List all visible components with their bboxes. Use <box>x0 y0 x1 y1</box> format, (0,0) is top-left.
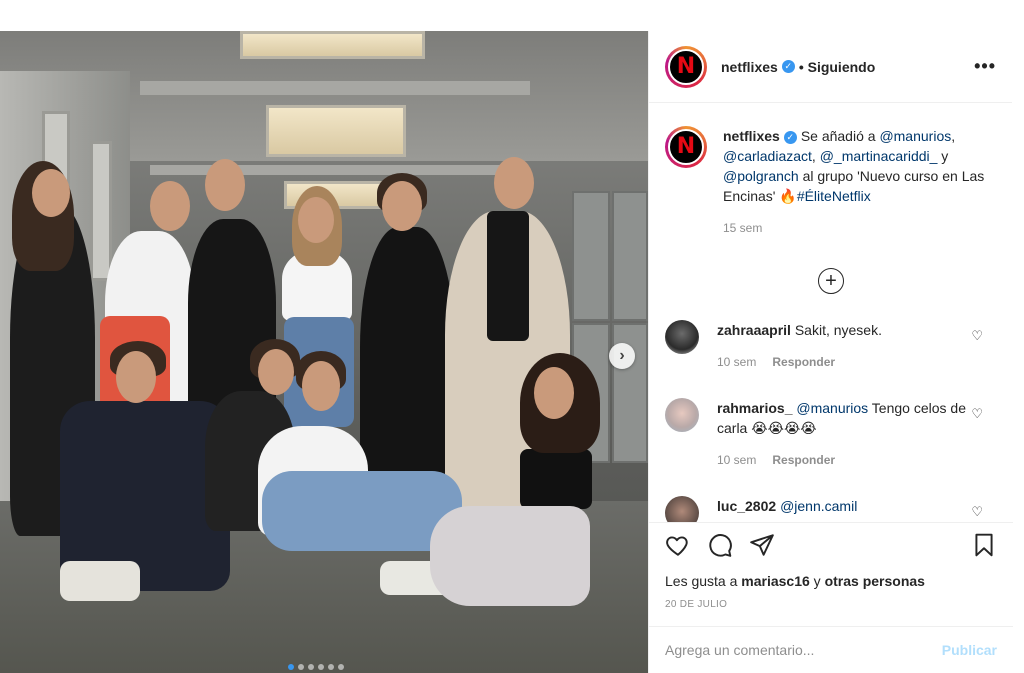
liked-by-username[interactable]: mariasc16 <box>741 573 810 589</box>
photo-beam <box>140 81 530 95</box>
avatar[interactable] <box>665 496 699 522</box>
photo-person-head <box>258 349 294 395</box>
crying-emoji: 😭😭😭😭 <box>751 420 817 436</box>
avatar[interactable] <box>665 320 699 354</box>
verified-badge-icon: ✓ <box>781 60 795 73</box>
photo-person <box>430 506 590 606</box>
more-options-icon[interactable]: ••• <box>974 56 996 77</box>
post-caption: N netflixes ✓ Se añadió a @manurios, @carl… <box>665 126 997 238</box>
carousel-dot-active <box>288 664 294 670</box>
post-actions: Les gusta a mariasc16 y otras personas 2… <box>649 522 1013 610</box>
photo-person-head <box>302 361 340 411</box>
mention-link[interactable]: @manurios <box>879 128 951 144</box>
load-more-comments-button[interactable]: + <box>818 268 844 294</box>
photo-locker <box>572 191 610 321</box>
add-comment-bar: Agrega un comentario... Publicar <box>649 626 1013 673</box>
like-comment-heart-icon[interactable]: ♡ <box>971 504 983 520</box>
mention-link[interactable]: @manurios <box>796 400 868 416</box>
mention-link[interactable]: @_martinacariddi_ <box>820 148 938 164</box>
comment-item: zahraaapril Sakit, nyesek. 10 sem Respon… <box>665 320 997 372</box>
photo-person-head <box>494 157 534 209</box>
photo-person-head <box>298 197 334 243</box>
publish-button[interactable]: Publicar <box>942 642 997 658</box>
photo-person <box>520 449 592 509</box>
following-button[interactable]: • Siguiendo <box>799 59 875 75</box>
fire-emoji: 🔥 <box>779 188 797 204</box>
likes-summary: Les gusta a mariasc16 y otras personas <box>649 573 1013 589</box>
share-icon[interactable] <box>749 532 775 558</box>
heart-icon[interactable] <box>665 532 691 558</box>
carousel-next-button[interactable]: › <box>609 343 635 369</box>
photo-person-head <box>534 367 574 419</box>
post-photo[interactable]: › <box>0 31 648 673</box>
carousel-dot <box>328 664 334 670</box>
comment-body: rahmarios_ @manurios Tengo celos de carl… <box>717 398 967 470</box>
caption-timestamp: 15 sem <box>723 221 763 235</box>
comment-icon[interactable] <box>707 532 733 558</box>
likes-text: y <box>809 573 825 589</box>
photo-beam <box>150 165 520 175</box>
caption-text: y <box>937 148 949 164</box>
likes-text: Les gusta a <box>665 573 742 589</box>
caption-body: netflixes ✓ Se añadió a @manurios, @carlad… <box>723 126 993 238</box>
like-comment-heart-icon[interactable]: ♡ <box>971 406 983 422</box>
comment-text: Sakit, nyesek. <box>794 322 882 338</box>
hashtag-link[interactable]: #ÉliteNetflix <box>797 188 871 204</box>
comment-body: luc_2802 @jenn.camil <box>717 496 967 522</box>
photo-ceiling-light <box>240 31 425 59</box>
caption-username[interactable]: netflixes <box>723 128 780 144</box>
photo-person-shoes <box>60 561 140 601</box>
comment-timestamp: 10 sem <box>717 453 757 467</box>
caption-text: , <box>951 128 956 144</box>
post-date: 20 DE JULIO <box>665 599 728 610</box>
photo-person-head <box>382 181 422 231</box>
comments-list[interactable]: N netflixes ✓ Se añadió a @manurios, @carl… <box>649 104 1013 522</box>
header-username[interactable]: netflixes <box>721 59 778 75</box>
mention-link[interactable]: @carladiazact <box>723 148 812 164</box>
other-likers-link[interactable]: otras personas <box>825 573 925 589</box>
avatar[interactable]: N <box>665 45 707 88</box>
like-comment-heart-icon[interactable]: ♡ <box>971 328 983 344</box>
reply-button[interactable]: Responder <box>772 450 835 470</box>
photo-door <box>90 141 112 281</box>
photo-person-head <box>150 181 190 231</box>
carousel-dot <box>318 664 324 670</box>
comment-username[interactable]: zahraaapril <box>717 322 791 338</box>
photo-person-head <box>32 169 70 217</box>
caption-text: Se añadió a <box>800 128 880 144</box>
photo-person-head <box>116 351 156 403</box>
bookmark-icon[interactable] <box>971 532 997 558</box>
photo-person <box>487 211 529 341</box>
photo-person-head <box>205 159 245 211</box>
carousel-dot <box>298 664 304 670</box>
comment-username[interactable]: luc_2802 <box>717 498 776 514</box>
mention-link[interactable]: @jenn.camil <box>780 498 857 514</box>
post-side-panel: N netflixes ✓ • Siguiendo ••• N netflixe… <box>648 31 1013 673</box>
verified-badge-icon: ✓ <box>783 130 797 144</box>
netflix-logo-icon: N <box>668 48 704 85</box>
comment-timestamp: 10 sem <box>717 355 757 369</box>
avatar[interactable] <box>665 398 699 432</box>
comment-item: rahmarios_ @manurios Tengo celos de carl… <box>665 398 997 470</box>
comment-input[interactable]: Agrega un comentario... <box>665 642 814 658</box>
mention-link[interactable]: @polgranch <box>723 168 799 184</box>
comment-item: luc_2802 @jenn.camil ♡ <box>665 496 997 522</box>
reply-button[interactable]: Responder <box>772 352 835 372</box>
comment-username[interactable]: rahmarios_ <box>717 400 792 416</box>
carousel-dot <box>308 664 314 670</box>
carousel-dot <box>338 664 344 670</box>
post-header: N netflixes ✓ • Siguiendo ••• <box>649 31 1012 103</box>
action-icons <box>649 523 1013 567</box>
chevron-right-icon: › <box>619 347 625 364</box>
photo-ceiling-light <box>266 105 406 157</box>
comment-body: zahraaapril Sakit, nyesek. 10 sem Respon… <box>717 320 967 372</box>
plus-circle-icon: + <box>825 270 837 292</box>
caption-text: , <box>811 148 820 164</box>
avatar[interactable]: N <box>665 126 707 168</box>
netflix-logo-icon: N <box>668 129 704 165</box>
photo-locker <box>612 191 648 321</box>
carousel-indicator <box>288 664 344 670</box>
